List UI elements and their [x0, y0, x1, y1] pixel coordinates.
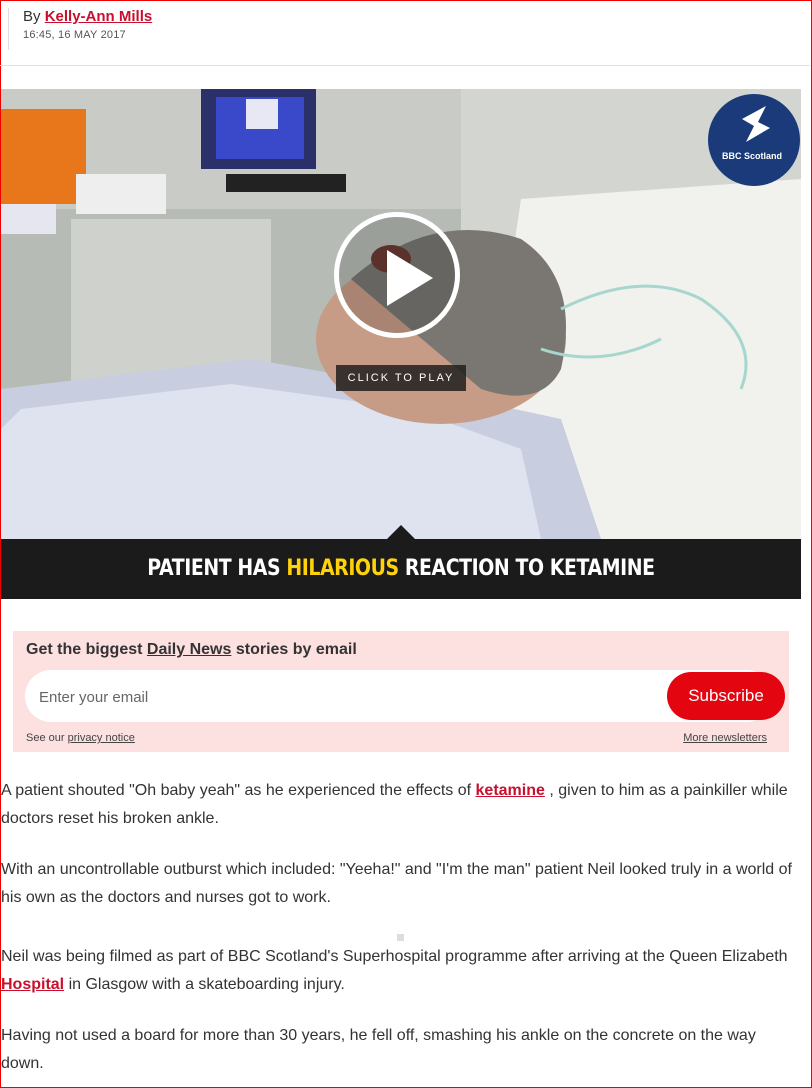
byline-text: By Kelly-Ann Mills — [23, 8, 152, 25]
article-paragraph-4: Having not used a board for more than 30… — [1, 1027, 756, 1072]
play-icon — [387, 250, 433, 306]
article-paragraph-2: With an uncontrollable outburst which in… — [1, 861, 792, 906]
caption-text-before: PATIENT HAS — [147, 556, 287, 581]
privacy-text: See our privacy notice — [26, 732, 135, 744]
email-input-wrapper: Subscribe — [25, 670, 785, 722]
email-input[interactable] — [37, 684, 601, 710]
bbc-scotland-logo: BBC Scotland — [708, 94, 800, 186]
hospital-link[interactable]: Hospital — [1, 976, 64, 993]
article-paragraph-1: A patient shouted "Oh baby yeah" as he e… — [1, 777, 801, 833]
click-to-play-label[interactable]: CLICK TO PLAY — [336, 365, 466, 391]
video-caption: PATIENT HAS HILARIOUS REACTION TO KETAMI… — [147, 539, 655, 599]
video-caption-bar: PATIENT HAS HILARIOUS REACTION TO KETAMI… — [1, 525, 801, 599]
newsletter-signup: Get the biggest Daily News stories by em… — [13, 631, 789, 752]
play-button[interactable] — [334, 212, 460, 338]
newsletter-brand-link[interactable]: Daily News — [147, 641, 231, 658]
caption-notch — [387, 525, 415, 539]
p3-text-before: Neil was being filmed as part of BBC Sco… — [1, 948, 788, 965]
privacy-prefix: See our — [26, 732, 65, 744]
video-player[interactable]: BBC Scotland CLICK TO PLAY PATIENT HAS H… — [1, 89, 801, 599]
article-byline: By Kelly-Ann Mills 16:45, 16 MAY 2017 — [8, 8, 152, 50]
byline-prefix: By — [23, 8, 41, 25]
p1-text-before: A patient shouted "Oh baby yeah" as he e… — [1, 782, 472, 799]
caption-text-after: REACTION TO KETAMINE — [398, 556, 655, 581]
publish-timestamp: 16:45, 16 MAY 2017 — [23, 29, 126, 41]
ad-placeholder-dot — [397, 934, 404, 941]
newsletter-title-after: stories by email — [231, 641, 357, 658]
subscribe-button[interactable]: Subscribe — [667, 672, 785, 720]
author-link[interactable]: Kelly-Ann Mills — [45, 8, 153, 25]
privacy-notice-link[interactable]: privacy notice — [68, 732, 135, 744]
article-paragraph-3: Neil was being filmed as part of BBC Sco… — [1, 943, 801, 999]
header-divider — [0, 65, 810, 66]
p3-text-after: in Glasgow with a skateboarding injury. — [68, 976, 345, 993]
logo-mark-icon — [742, 106, 770, 142]
caption-highlight: HILARIOUS — [286, 556, 399, 581]
logo-text: BBC Scotland — [722, 151, 783, 161]
newsletter-title-before: Get the biggest — [26, 641, 147, 658]
newsletter-title: Get the biggest Daily News stories by em… — [26, 641, 357, 659]
ketamine-link[interactable]: ketamine — [476, 782, 545, 799]
more-newsletters-link[interactable]: More newsletters — [683, 732, 767, 744]
